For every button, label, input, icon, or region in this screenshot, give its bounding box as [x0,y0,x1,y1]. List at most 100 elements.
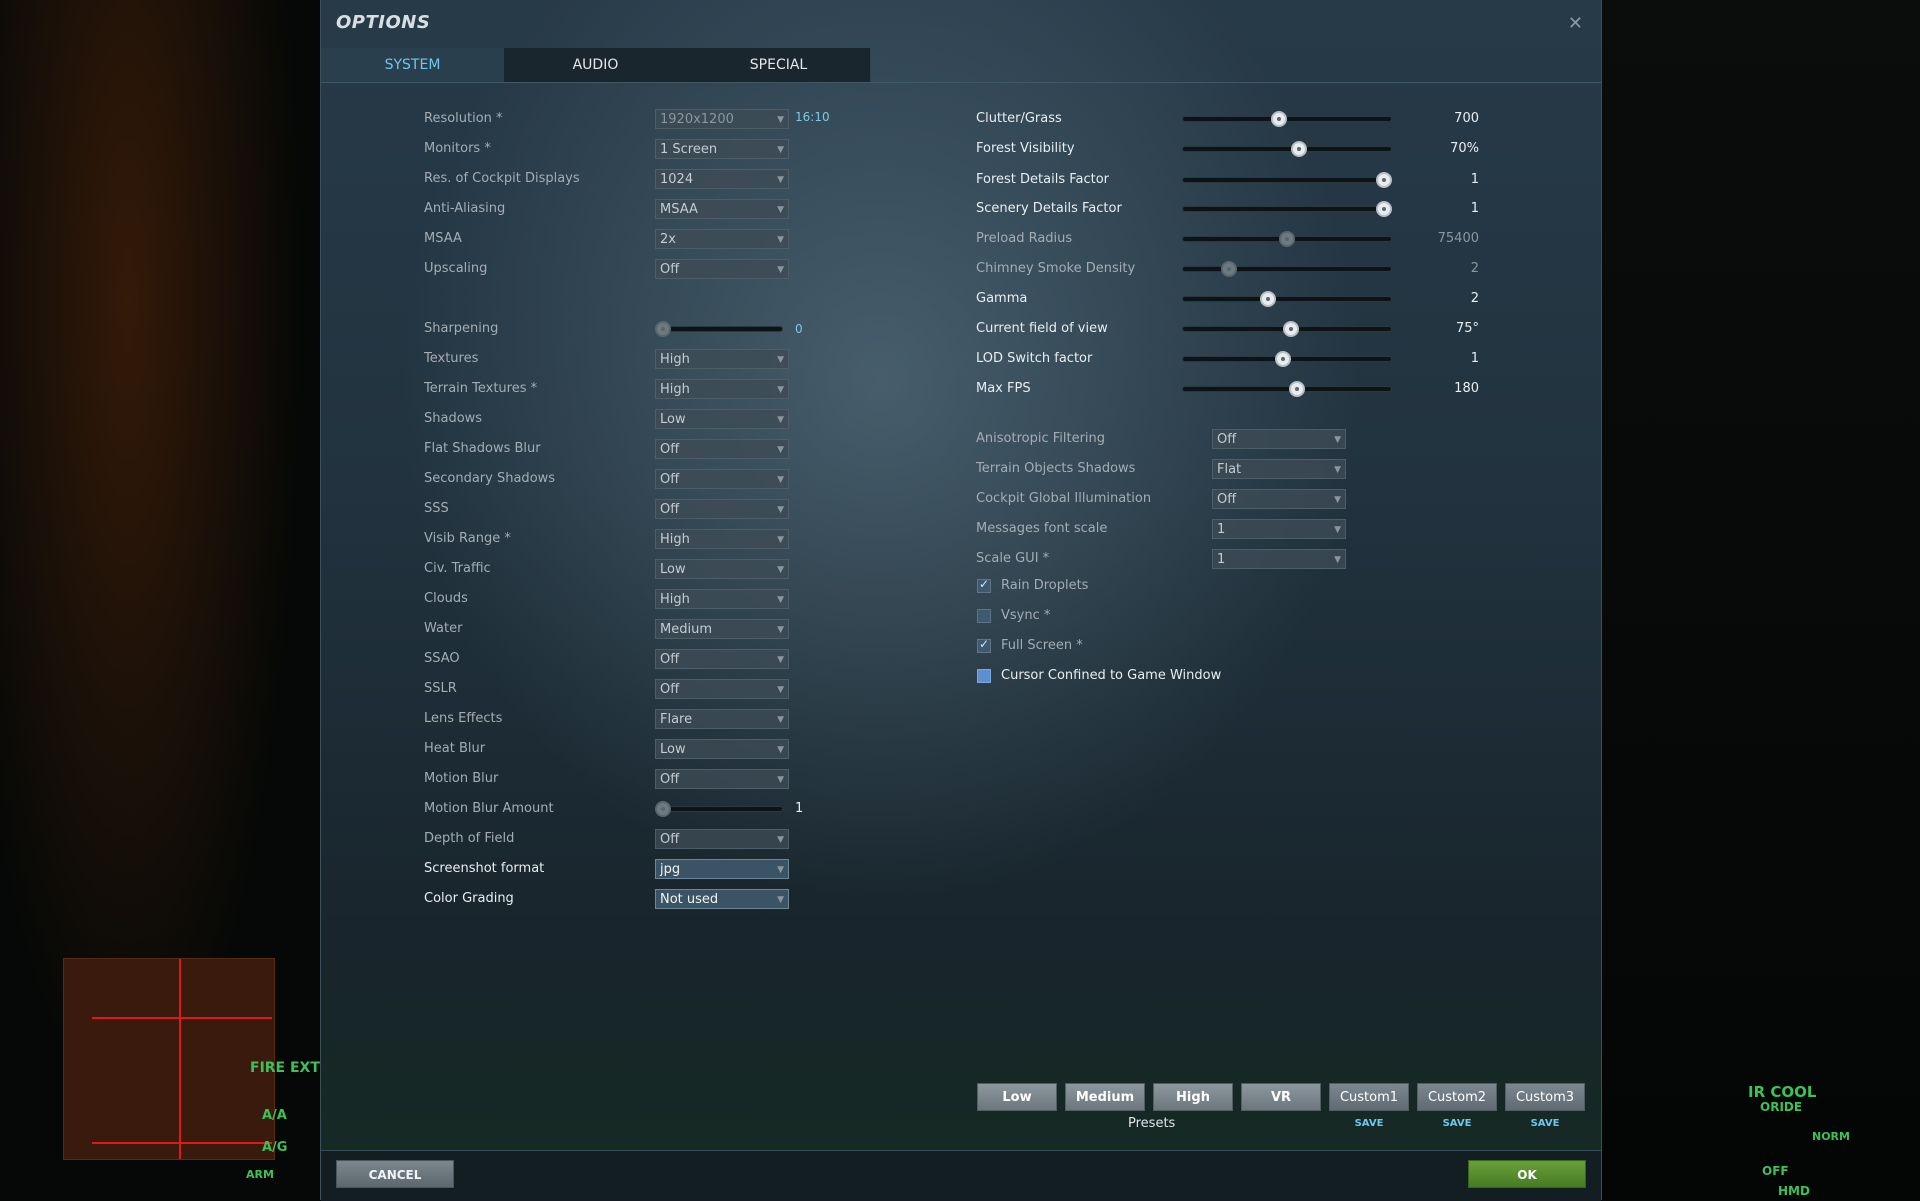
motion-blur-amount-slider-handle[interactable] [655,801,671,817]
aspect-ratio-label: 16:10 [795,110,830,124]
save-custom3-link[interactable]: SAVE [1505,1118,1585,1129]
sss-select[interactable]: Off ▼ [655,499,789,519]
clutter-grass-slider-handle[interactable] [1271,111,1288,127]
secondary-shadows-select[interactable]: Off ▼ [655,469,789,489]
lens-effects-select[interactable]: Flare ▼ [655,709,789,729]
terrain-textures-select[interactable]: High ▼ [655,379,789,399]
motion-blur-label: Motion Blur [424,771,499,786]
preload-radius-slider-handle[interactable] [1279,231,1295,247]
chevron-down-icon: ▼ [777,235,784,245]
scale-gui-select[interactable]: 1 ▼ [1212,549,1346,569]
tab-system[interactable]: SYSTEM [321,48,505,82]
cursor-confined-to-game-window-label: Cursor Confined to Game Window [1001,668,1222,683]
color-grading-select-value: Not used [660,892,719,907]
gamma-slider-handle[interactable] [1259,291,1276,307]
chevron-down-icon: ▼ [777,445,784,455]
chimney-smoke-density-slider-handle[interactable] [1220,261,1237,277]
forest-visibility-slider-track[interactable] [1182,146,1392,152]
gamma-slider-track[interactable] [1182,296,1392,302]
preset-high-button[interactable]: High [1153,1083,1233,1111]
anti-aliasing-select[interactable]: MSAA ▼ [655,199,789,219]
mfd-crosshair-h [92,1017,272,1019]
sharpening-slider-handle[interactable] [655,321,671,337]
ssao-select[interactable]: Off ▼ [655,649,789,669]
anisotropic-filtering-select[interactable]: Off ▼ [1212,429,1346,449]
cockpit-global-illumination-select[interactable]: Off ▼ [1212,489,1346,509]
vsync-checkbox[interactable] [977,609,991,623]
close-icon[interactable]: ✕ [1568,13,1583,34]
tab-special[interactable]: SPECIAL [687,48,871,82]
res-of-cockpit-displays-select[interactable]: 1024 ▼ [655,169,789,189]
lod-switch-factor-slider-handle[interactable] [1275,351,1292,367]
scenery-details-factor-label: Scenery Details Factor [976,201,1122,216]
save-custom1-link[interactable]: SAVE [1329,1118,1409,1129]
forest-visibility-slider-handle[interactable] [1290,141,1307,157]
depth-of-field-select[interactable]: Off ▼ [655,829,789,849]
msaa-select-value: 2x [660,232,676,247]
scenery-details-factor-slider-handle[interactable] [1376,201,1392,217]
secondary-shadows-label: Secondary Shadows [424,471,556,486]
preset-custom3-button[interactable]: Custom3 [1505,1083,1585,1111]
motion-blur-amount-slider-track[interactable] [655,806,783,812]
hud-aa: A/A [262,1108,287,1123]
cursor-confined-to-game-window-checkbox[interactable] [977,669,991,683]
sslr-select[interactable]: Off ▼ [655,679,789,699]
color-grading-label: Color Grading [424,891,514,906]
chevron-down-icon: ▼ [777,895,784,905]
max-fps-slider-handle[interactable] [1288,381,1305,397]
scenery-details-factor-slider-track[interactable] [1182,206,1392,212]
clouds-label: Clouds [424,591,468,606]
upscaling-select[interactable]: Off ▼ [655,259,789,279]
preset-low-button[interactable]: Low [977,1083,1057,1111]
chevron-down-icon: ▼ [777,265,784,275]
sharpening-slider-track[interactable] [655,326,783,332]
lens-effects-select-value: Flare [660,712,693,727]
terrain-textures-label: Terrain Textures * [424,381,538,396]
visib-range-select-value: High [660,532,690,547]
forest-details-factor-slider-track[interactable] [1182,177,1392,183]
screenshot-format-select[interactable]: jpg ▼ [655,859,789,879]
civ-traffic-label: Civ. Traffic [424,561,491,576]
forest-details-factor-slider-handle[interactable] [1376,172,1392,188]
heat-blur-select[interactable]: Low ▼ [655,739,789,759]
textures-select[interactable]: High ▼ [655,349,789,369]
full-screen-checkbox[interactable] [977,637,991,653]
messages-font-scale-select[interactable]: 1 ▼ [1212,519,1346,539]
screenshot-format-label: Screenshot format [424,861,545,876]
max-fps-slider-track[interactable] [1182,386,1392,392]
rain-droplets-checkbox[interactable] [977,577,991,593]
tab-audio[interactable]: AUDIO [504,48,688,82]
flat-shadows-blur-select[interactable]: Off ▼ [655,439,789,459]
save-custom2-link[interactable]: SAVE [1417,1118,1497,1129]
monitors-select[interactable]: 1 Screen ▼ [655,139,789,159]
motion-blur-select[interactable]: Off ▼ [655,769,789,789]
current-field-of-view-slider-handle[interactable] [1282,321,1299,337]
preset-vr-button[interactable]: VR [1241,1083,1321,1111]
chevron-down-icon: ▼ [777,625,784,635]
water-select[interactable]: Medium ▼ [655,619,789,639]
lod-switch-factor-value: 1 [1470,351,1479,366]
terrain-objects-shadows-select[interactable]: Flat ▼ [1212,459,1346,479]
terrain-textures-select-value: High [660,382,690,397]
forest-details-factor-value: 1 [1470,172,1479,187]
ok-button[interactable]: OK [1468,1160,1586,1188]
visib-range-label: Visib Range * [424,531,511,546]
clouds-select[interactable]: High ▼ [655,589,789,609]
dialog-footer [321,1150,1601,1201]
terrain-objects-shadows-label: Terrain Objects Shadows [976,461,1136,476]
color-grading-select[interactable]: Not used ▼ [655,889,789,909]
preset-medium-button[interactable]: Medium [1065,1083,1145,1111]
civ-traffic-select[interactable]: Low ▼ [655,559,789,579]
resolution-select[interactable]: 1920x1200 ▼ [655,109,789,129]
chimney-smoke-density-slider-track[interactable] [1182,266,1392,272]
shadows-select[interactable]: Low ▼ [655,409,789,429]
preset-custom2-button[interactable]: Custom2 [1417,1083,1497,1111]
max-fps-label: Max FPS [976,381,1031,396]
visib-range-select[interactable]: High ▼ [655,529,789,549]
upscaling-label: Upscaling [424,261,488,276]
hud-arm: ARM [246,1168,274,1181]
msaa-select[interactable]: 2x ▼ [655,229,789,249]
forest-details-factor-label: Forest Details Factor [976,172,1110,187]
preset-custom1-button[interactable]: Custom1 [1329,1083,1409,1111]
cancel-button[interactable]: CANCEL [336,1160,454,1188]
